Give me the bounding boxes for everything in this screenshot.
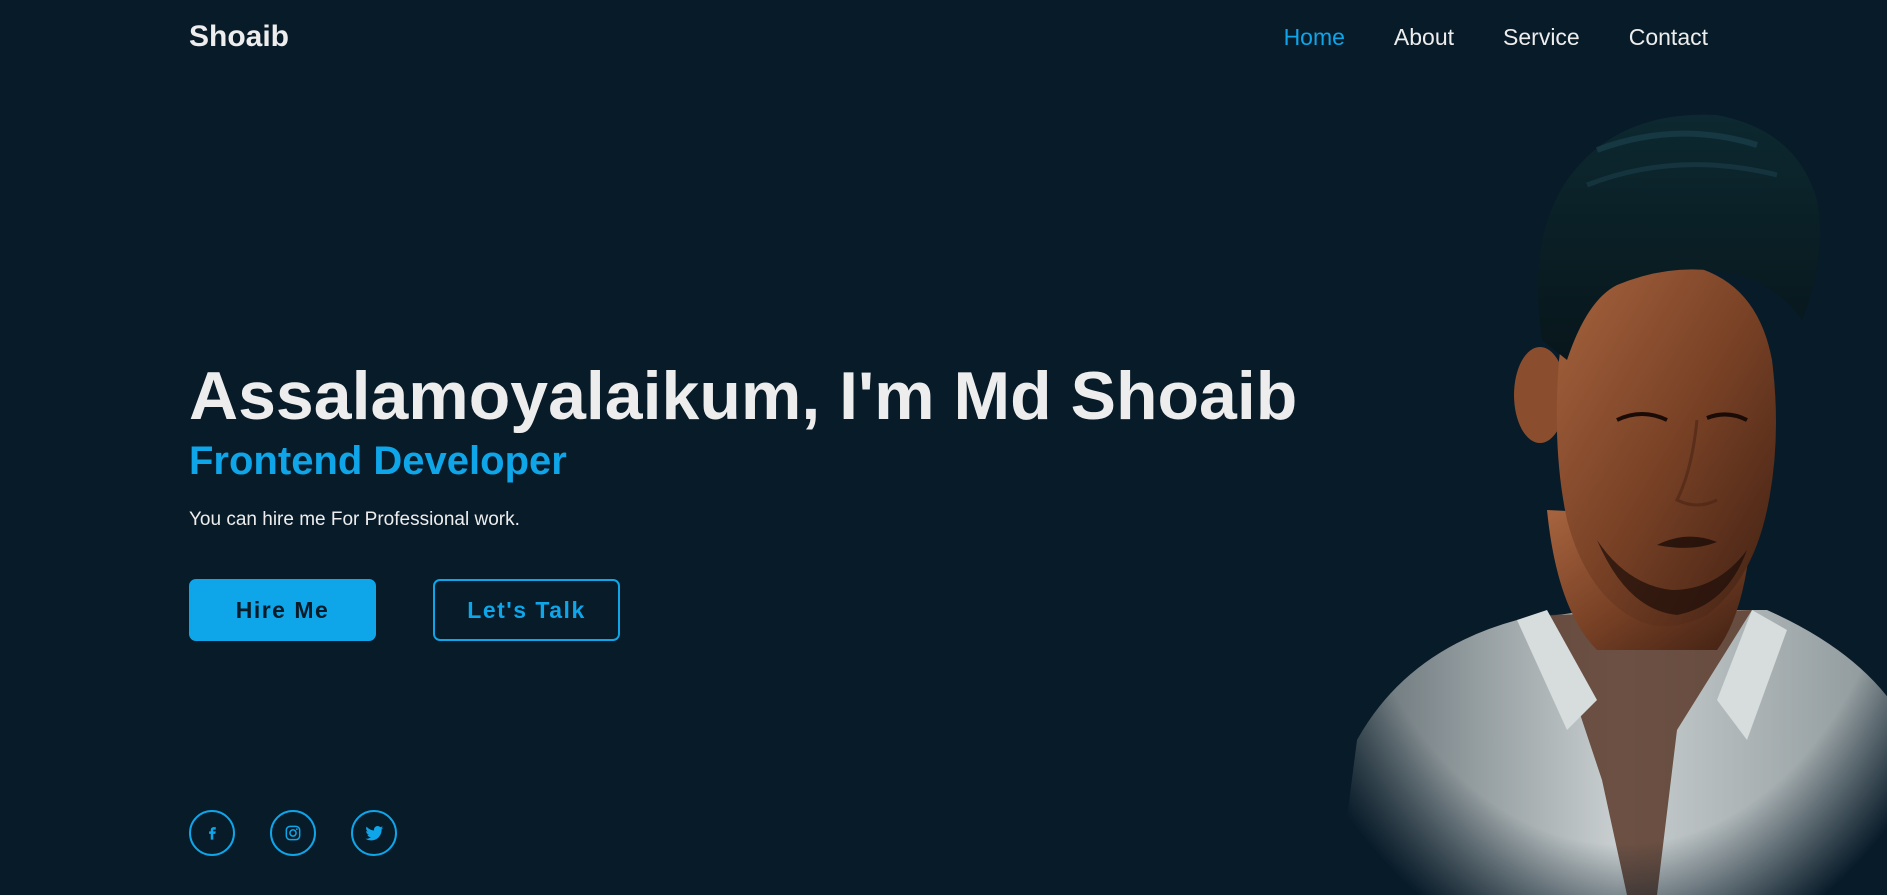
nav-link-service[interactable]: Service xyxy=(1503,24,1580,51)
main-nav: Home About Service Contact xyxy=(1235,24,1708,51)
hire-me-button[interactable]: Hire Me xyxy=(189,579,376,641)
nav-link-about[interactable]: About xyxy=(1394,24,1454,51)
site-header: Shoaib Home About Service Contact xyxy=(0,0,1887,80)
site-logo[interactable]: Shoaib xyxy=(189,20,289,54)
portrait-photo xyxy=(1297,90,1887,895)
hero-subtitle: Frontend Developer xyxy=(189,439,567,483)
instagram-link[interactable] xyxy=(270,810,316,856)
twitter-link[interactable] xyxy=(351,810,397,856)
hero-buttons: Hire Me Let's Talk xyxy=(189,579,620,641)
hero-description: You can hire me For Professional work. xyxy=(189,509,520,530)
twitter-icon xyxy=(365,825,384,841)
nav-link-contact[interactable]: Contact xyxy=(1629,24,1708,51)
nav-link-home[interactable]: Home xyxy=(1284,24,1345,51)
instagram-icon xyxy=(285,825,301,841)
lets-talk-button[interactable]: Let's Talk xyxy=(433,579,620,641)
hero-content: Assalamoyalaikum, I'm Md Shoaib Frontend… xyxy=(189,355,1339,531)
hero-title: Assalamoyalaikum, I'm Md Shoaib xyxy=(189,358,1298,434)
facebook-link[interactable] xyxy=(189,810,235,856)
facebook-icon xyxy=(209,827,216,840)
social-links xyxy=(189,810,432,856)
